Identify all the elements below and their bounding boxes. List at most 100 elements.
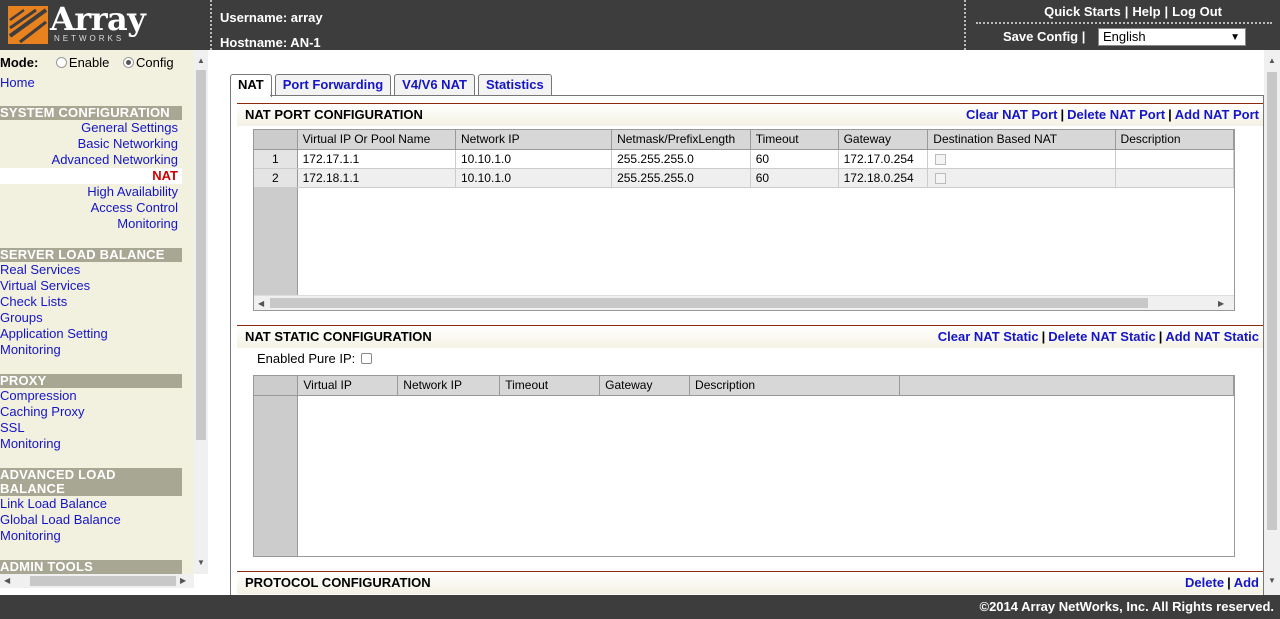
table-row[interactable]: 1 172.17.1.1 10.10.1.0 255.255.255.0 60 … [254, 149, 1234, 169]
col-description[interactable]: Description [689, 376, 900, 396]
scroll-up-icon[interactable]: ▲ [1268, 56, 1276, 65]
dropdown-arrow-icon: ▼ [1230, 32, 1240, 43]
username-label: Username: array [220, 10, 323, 25]
sidebar-hscroll-thumb[interactable] [30, 576, 176, 586]
col-virtual-ip[interactable]: Virtual IP Or Pool Name [297, 130, 456, 150]
cell-network-ip[interactable]: 10.10.1.0 [455, 149, 613, 169]
cell-netmask[interactable]: 255.255.255.0 [611, 168, 751, 188]
tab-v4v6-nat[interactable]: V4/V6 NAT [394, 74, 475, 95]
sidebar-item-virtual-services[interactable]: Virtual Services [0, 278, 182, 294]
sidebar-item-general-settings[interactable]: General Settings [0, 120, 182, 136]
scroll-down-icon[interactable]: ▼ [197, 558, 205, 567]
scroll-right-icon[interactable]: ▶ [1218, 299, 1224, 308]
sidebar-item-compression[interactable]: Compression [0, 388, 182, 404]
quick-starts-link[interactable]: Quick Starts [1044, 4, 1121, 19]
clear-nat-static-link[interactable]: Clear NAT Static [938, 329, 1039, 344]
scroll-right-icon[interactable]: ▶ [180, 576, 186, 585]
scroll-down-icon[interactable]: ▼ [1268, 576, 1276, 585]
tab-statistics[interactable]: Statistics [477, 74, 552, 95]
mode-selector: Mode: Enable Config [0, 55, 174, 70]
sidebar-item-access-control[interactable]: Access Control [0, 200, 182, 216]
sidebar-item-link-load-balance[interactable]: Link Load Balance [0, 496, 182, 512]
col-virtual-ip[interactable]: Virtual IP [297, 376, 399, 396]
add-nat-static-link[interactable]: Add NAT Static [1165, 329, 1259, 344]
sidebar-item-proxy-monitoring[interactable]: Monitoring [0, 436, 182, 452]
delete-nat-port-link[interactable]: Delete NAT Port [1067, 107, 1165, 122]
sidebar-item-slb-monitoring[interactable]: Monitoring [0, 342, 182, 358]
sidebar-item-check-lists[interactable]: Check Lists [0, 294, 182, 310]
footer: ©2014 Array NetWorks, Inc. All Rights re… [0, 595, 1280, 619]
sidebar-item-high-availability[interactable]: High Availability [0, 184, 182, 200]
table-row[interactable]: 2 172.18.1.1 10.10.1.0 255.255.255.0 60 … [254, 168, 1234, 188]
nat-port-hscroll-thumb[interactable] [270, 298, 1148, 308]
col-gateway[interactable]: Gateway [599, 376, 691, 396]
tab-nat[interactable]: NAT [230, 74, 272, 97]
cell-network-ip[interactable]: 10.10.1.0 [455, 168, 613, 188]
alb-header: ADVANCED LOAD BALANCE [0, 468, 182, 496]
sidebar-item-ssl[interactable]: SSL [0, 420, 182, 436]
sidebar-item-real-services[interactable]: Real Services [0, 262, 182, 278]
main-content: NAT Port Forwarding V4/V6 NAT Statistics… [210, 50, 1280, 595]
main-vertical-scrollbar[interactable]: ▲ ▼ [1264, 50, 1280, 595]
row-number: 1 [254, 149, 298, 169]
add-protocol-link[interactable]: Add [1234, 575, 1259, 590]
dest-nat-checkbox [935, 172, 947, 184]
sidebar-item-caching-proxy[interactable]: Caching Proxy [0, 404, 182, 420]
help-link[interactable]: Help [1132, 4, 1160, 19]
sidebar-item-nat[interactable]: NAT [0, 168, 182, 184]
scroll-up-icon[interactable]: ▲ [197, 56, 205, 65]
sidebar-horizontal-scrollbar[interactable]: ◀ ▶ [0, 574, 194, 588]
save-config-link[interactable]: Save Config [1003, 29, 1078, 44]
sidebar-item-basic-networking[interactable]: Basic Networking [0, 136, 182, 152]
cell-gateway[interactable]: 172.17.0.254 [838, 149, 929, 169]
sidebar-vertical-scrollbar[interactable]: ▲ ▼ [194, 50, 208, 574]
nat-port-header-row: Virtual IP Or Pool Name Network IP Netma… [254, 130, 1234, 150]
cell-timeout[interactable]: 60 [750, 149, 839, 169]
cell-gateway[interactable]: 172.18.0.254 [838, 168, 929, 188]
scroll-left-icon[interactable]: ◀ [4, 576, 10, 585]
add-nat-port-link[interactable]: Add NAT Port [1175, 107, 1259, 122]
sidebar-item-advanced-networking[interactable]: Advanced Networking [0, 152, 182, 168]
col-description[interactable]: Description [1115, 130, 1234, 150]
cell-description[interactable] [1115, 168, 1234, 188]
tab-port-forwarding[interactable]: Port Forwarding [274, 74, 392, 95]
col-timeout[interactable]: Timeout [750, 130, 839, 150]
row-number-header [254, 376, 299, 396]
mode-config-radio[interactable] [123, 57, 135, 68]
mode-enable-label[interactable]: Enable [69, 55, 109, 70]
col-timeout[interactable]: Timeout [499, 376, 601, 396]
slb-section: SERVER LOAD BALANCE Real Services Virtua… [0, 248, 182, 358]
delete-nat-static-link[interactable]: Delete NAT Static [1048, 329, 1155, 344]
sidebar-item-home[interactable]: Home [0, 75, 182, 91]
col-network-ip[interactable]: Network IP [455, 130, 613, 150]
sidebar: Mode: Enable Config Home SYSTEM CONFIGUR… [0, 50, 194, 574]
sidebar-vscroll-thumb[interactable] [196, 70, 206, 440]
header-dotted-rule [976, 22, 1272, 24]
sidebar-item-system-monitoring[interactable]: Monitoring [0, 216, 182, 232]
delete-protocol-link[interactable]: Delete [1185, 575, 1224, 590]
cell-netmask[interactable]: 255.255.255.0 [611, 149, 751, 169]
col-netmask[interactable]: Netmask/PrefixLength [611, 130, 751, 150]
sidebar-item-application-setting[interactable]: Application Setting [0, 326, 182, 342]
col-gateway[interactable]: Gateway [838, 130, 929, 150]
mode-enable-radio[interactable] [55, 57, 67, 68]
cell-description[interactable] [1115, 149, 1234, 169]
clear-nat-port-link[interactable]: Clear NAT Port [966, 107, 1058, 122]
scroll-left-icon[interactable]: ◀ [258, 299, 264, 308]
cell-timeout[interactable]: 60 [750, 168, 839, 188]
logout-link[interactable]: Log Out [1172, 4, 1222, 19]
main-vscroll-thumb[interactable] [1267, 72, 1277, 530]
mode-config-label[interactable]: Config [136, 55, 174, 70]
row-header-column [254, 376, 298, 556]
sidebar-item-alb-monitoring[interactable]: Monitoring [0, 528, 182, 544]
nat-static-grid: Virtual IP Network IP Timeout Gateway De… [254, 376, 1234, 396]
col-network-ip[interactable]: Network IP [397, 376, 501, 396]
sidebar-item-groups[interactable]: Groups [0, 310, 182, 326]
enabled-pure-ip-checkbox[interactable] [361, 353, 373, 364]
nat-port-horizontal-scrollbar[interactable]: ◀ ▶ [254, 295, 1234, 310]
cell-virtual-ip[interactable]: 172.17.1.1 [297, 149, 456, 169]
cell-virtual-ip[interactable]: 172.18.1.1 [297, 168, 456, 188]
sidebar-item-global-load-balance[interactable]: Global Load Balance [0, 512, 182, 528]
language-select[interactable]: English ▼ [1098, 28, 1246, 46]
col-destination-based-nat[interactable]: Destination Based NAT [927, 130, 1116, 150]
